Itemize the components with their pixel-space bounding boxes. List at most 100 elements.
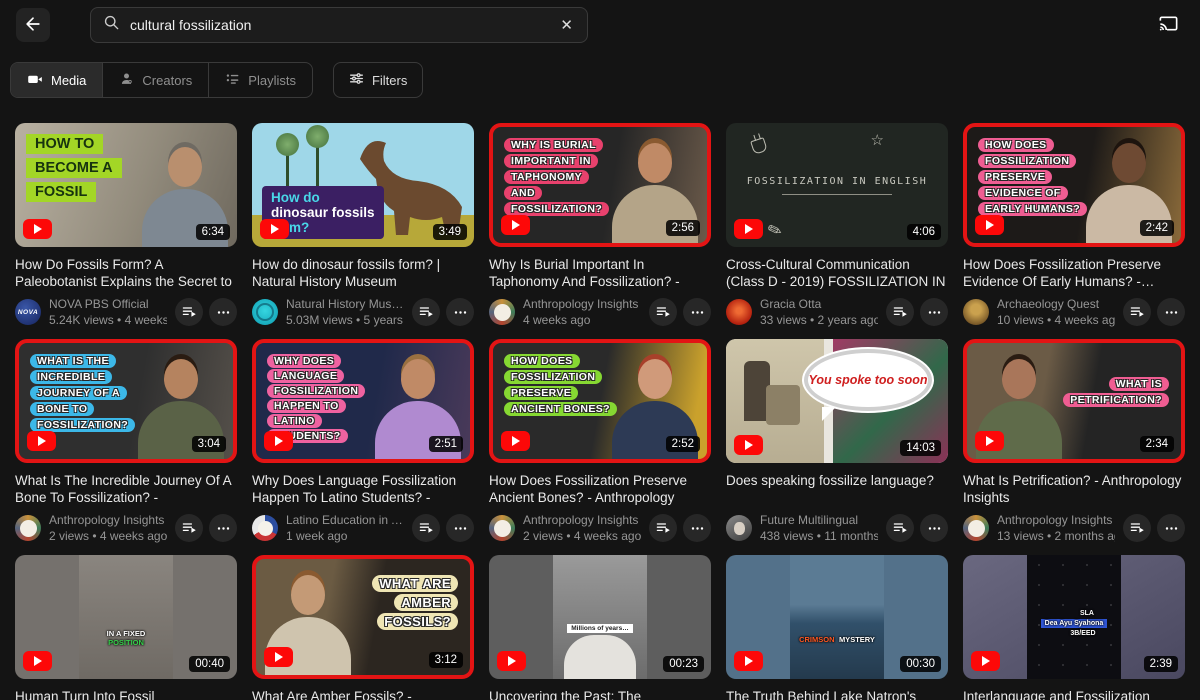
video-thumbnail[interactable]: IN A FIXED POSITION 00:40 (15, 555, 237, 679)
video-title[interactable]: What Are Amber Fossils? - (252, 688, 474, 700)
video-title[interactable]: Does speaking fossilize language? (726, 472, 948, 506)
caption-line: HOW DOES (504, 354, 580, 368)
video-meta-row: Anthropology Insights 2 views • 4 weeks … (489, 513, 711, 543)
channel-avatar[interactable] (252, 515, 278, 541)
add-to-queue-button[interactable] (175, 514, 203, 542)
clear-search-button[interactable]: ✕ (558, 14, 575, 36)
caption-line: FOSSILIZATION IN ENGLISH (747, 176, 928, 187)
video-title[interactable]: How Does Fossilization Preserve Ancient … (489, 472, 711, 506)
filters-button[interactable]: Filters (333, 62, 423, 98)
channel-avatar[interactable] (726, 299, 752, 325)
youtube-play-badge (734, 651, 763, 671)
caption-line: TAPHONOMY (504, 170, 589, 184)
video-card: WHY DOES LANGUAGE FOSSILIZATION HAPPEN T… (252, 339, 474, 543)
video-title[interactable]: How Does Fossilization Preserve Evidence… (963, 256, 1185, 290)
video-thumbnail[interactable]: Millions of years… 00:23 (489, 555, 711, 679)
caption-line: PETRIFICATION? (1063, 393, 1169, 407)
channel-name[interactable]: Anthropology Insights (523, 513, 641, 527)
video-thumbnail[interactable]: CRIMSON MYSTERY 00:30 (726, 555, 948, 679)
channel-name[interactable]: Future Multilingual (760, 513, 878, 527)
channel-avatar[interactable] (252, 299, 278, 325)
caption-line: MYSTERY (839, 635, 875, 644)
video-title[interactable]: How Do Fossils Form? A Paleobotanist Exp… (15, 256, 237, 290)
video-meta-row: Latino Education in Am… 1 week ago (252, 513, 474, 543)
add-to-queue-button[interactable] (412, 514, 440, 542)
video-thumbnail[interactable]: How do dinosaur fossils form? 3:49 (252, 123, 474, 247)
tab-creators[interactable]: Creators (102, 63, 208, 97)
tab-media[interactable]: Media (11, 63, 102, 97)
add-to-queue-button[interactable] (649, 298, 677, 326)
add-to-queue-button[interactable] (886, 298, 914, 326)
more-options-button[interactable] (1157, 514, 1185, 542)
channel-avatar[interactable] (489, 515, 515, 541)
vertical-video-frame: IN A FIXED POSITION (79, 555, 172, 679)
avatar-text: NOVA (18, 309, 38, 316)
channel-avatar[interactable]: NOVA (15, 299, 41, 325)
back-button[interactable] (16, 8, 50, 42)
video-title[interactable]: What Is The Incredible Journey Of A Bone… (15, 472, 237, 506)
views-and-age: 13 views • 2 months ago (997, 529, 1115, 543)
channel-name[interactable]: Natural History Museum (286, 297, 404, 311)
youtube-play-badge (264, 431, 293, 451)
video-thumbnail[interactable]: HOW DOES FOSSILIZATION PRESERVE EVIDENCE… (963, 123, 1185, 247)
add-to-queue-button[interactable] (1123, 298, 1151, 326)
channel-name[interactable]: Archaeology Quest (997, 297, 1115, 311)
duration-badge: 14:03 (900, 440, 941, 456)
caption-line: IMPORTANT IN (504, 154, 598, 168)
channel-avatar[interactable] (489, 299, 515, 325)
channel-name[interactable]: Anthropology Insights (997, 513, 1115, 527)
add-to-queue-button[interactable] (649, 514, 677, 542)
video-title[interactable]: Interlanguage and Fossilization (963, 688, 1185, 700)
more-options-button[interactable] (209, 514, 237, 542)
more-options-button[interactable] (1157, 298, 1185, 326)
channel-name[interactable]: Gracia Otta (760, 297, 878, 311)
more-options-button[interactable] (209, 298, 237, 326)
cast-button[interactable] (1153, 8, 1184, 42)
channel-name[interactable]: NOVA PBS Official (49, 297, 167, 311)
add-to-queue-button[interactable] (1123, 514, 1151, 542)
add-to-queue-button[interactable] (175, 298, 203, 326)
video-title[interactable]: Uncovering the Past: The Fascinating (489, 688, 711, 700)
more-options-button[interactable] (683, 514, 711, 542)
more-options-button[interactable] (446, 298, 474, 326)
video-thumbnail[interactable]: SLA Dea Ayu Syahona 3B/EED 2:39 (963, 555, 1185, 679)
caption-line: AND (504, 186, 542, 200)
more-options-button[interactable] (920, 514, 948, 542)
duration-badge: 2:56 (666, 220, 700, 236)
channel-avatar[interactable] (963, 299, 989, 325)
more-options-button[interactable] (683, 298, 711, 326)
video-title[interactable]: How do dinosaur fossils form? | Natural … (252, 256, 474, 290)
channel-name[interactable]: Anthropology Insights (49, 513, 167, 527)
filter-chips-row: Media Creators Playlists Filters (0, 50, 1200, 98)
youtube-play-badge (27, 431, 56, 451)
video-thumbnail[interactable]: WHY DOES LANGUAGE FOSSILIZATION HAPPEN T… (252, 339, 474, 463)
channel-avatar[interactable] (15, 515, 41, 541)
caption-line: SLA (1067, 610, 1108, 617)
more-options-button[interactable] (920, 298, 948, 326)
channel-name[interactable]: Anthropology Insights (523, 297, 641, 311)
video-title[interactable]: Why Is Burial Important In Taphonomy And… (489, 256, 711, 290)
video-title[interactable]: Cross-Cultural Communication (Class D - … (726, 256, 948, 290)
channel-avatar[interactable] (726, 515, 752, 541)
video-title[interactable]: The Truth Behind Lake Natron's (726, 688, 948, 700)
add-to-queue-button[interactable] (412, 298, 440, 326)
channel-avatar[interactable] (963, 515, 989, 541)
more-options-button[interactable] (446, 514, 474, 542)
video-title[interactable]: What Is Petrification? - Anthropology In… (963, 472, 1185, 506)
video-thumbnail[interactable]: WHAT IS PETRIFICATION? 2:34 (963, 339, 1185, 463)
video-thumbnail[interactable]: You spoke too soon 14:03 (726, 339, 948, 463)
video-title[interactable]: Human Turn Into Fossil (15, 688, 237, 700)
video-thumbnail[interactable]: WHY IS BURIAL IMPORTANT IN TAPHONOMY AND… (489, 123, 711, 247)
video-thumbnail[interactable]: WHAT IS THE INCREDIBLE JOURNEY OF A BONE… (15, 339, 237, 463)
video-title[interactable]: Why Does Language Fossilization Happen T… (252, 472, 474, 506)
video-thumbnail[interactable]: ☆ ✎ FOSSILIZATION IN ENGLISH 4:06 (726, 123, 948, 247)
caption-line: FOSSIL (26, 182, 96, 202)
video-thumbnail[interactable]: WHAT ARE AMBER FOSSILS? 3:12 (252, 555, 474, 679)
channel-name[interactable]: Latino Education in Am… (286, 513, 404, 527)
search-box[interactable]: ✕ (90, 7, 588, 43)
video-thumbnail[interactable]: HOW DOES FOSSILIZATION PRESERVE ANCIENT … (489, 339, 711, 463)
add-to-queue-button[interactable] (886, 514, 914, 542)
video-thumbnail[interactable]: HOW TO BECOME A FOSSIL 6:34 (15, 123, 237, 247)
tab-playlists[interactable]: Playlists (208, 63, 312, 97)
search-input[interactable] (130, 17, 548, 33)
